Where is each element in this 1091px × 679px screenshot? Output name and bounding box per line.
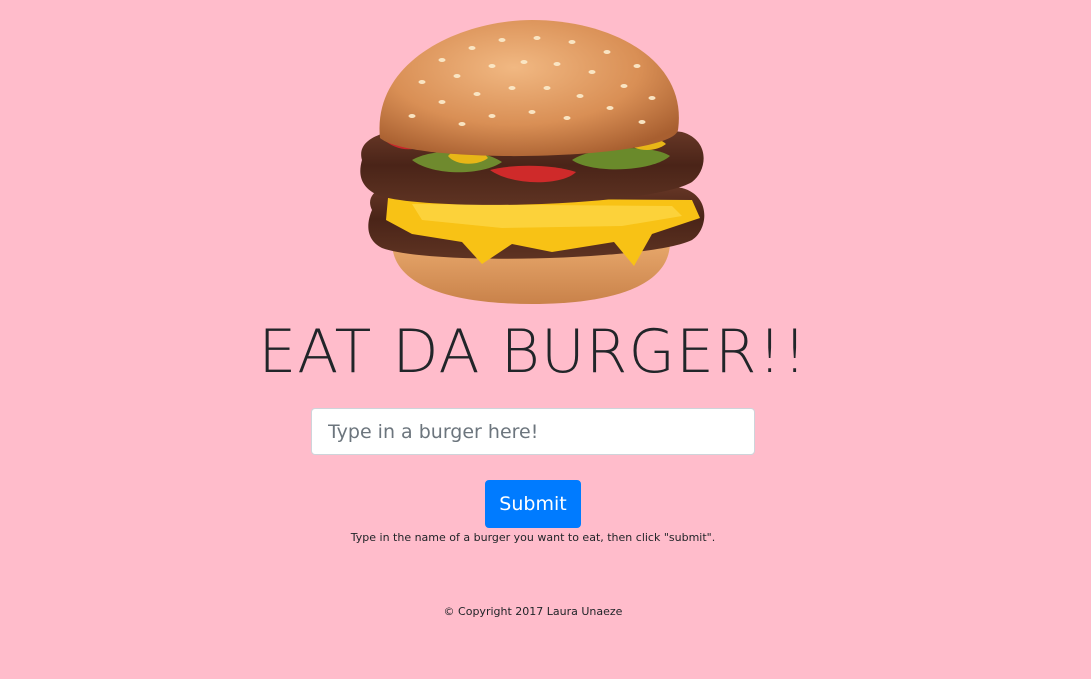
submit-button[interactable]: Submit [485, 480, 581, 528]
burger-image [352, 20, 712, 308]
help-text: Type in the name of a burger you want to… [350, 531, 716, 544]
page-title: EAT DA BURGER!! [258, 317, 808, 387]
footer-copyright: © Copyright 2017 Laura Unaeze [443, 605, 623, 618]
burger-input[interactable] [311, 408, 755, 455]
